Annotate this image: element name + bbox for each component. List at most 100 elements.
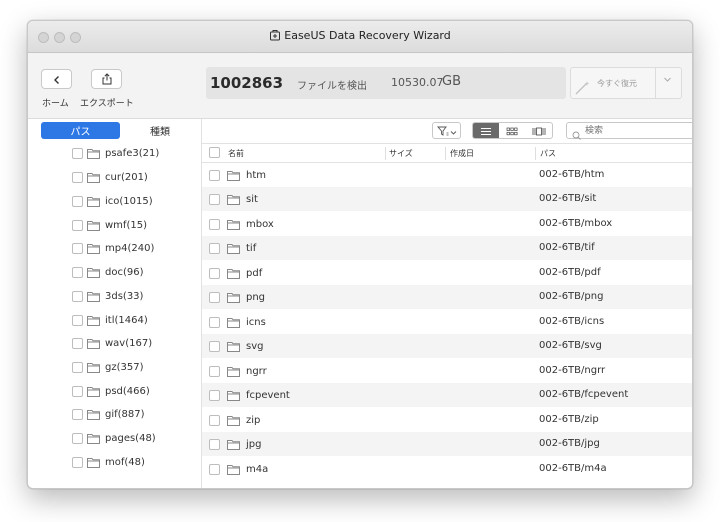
sidebar-item[interactable]: wav(167) <box>72 335 152 351</box>
row-checkbox[interactable] <box>209 291 220 303</box>
column-header-size[interactable]: サイズ <box>389 148 413 159</box>
row-checkbox[interactable] <box>209 193 220 205</box>
folder-icon <box>87 168 100 187</box>
recover-now-button[interactable]: 今すぐ復元 <box>570 67 682 99</box>
row-checkbox[interactable] <box>209 389 220 401</box>
row-path: 002-6TB/sit <box>539 193 597 204</box>
select-all-checkbox[interactable] <box>209 147 220 158</box>
checkbox[interactable] <box>72 219 83 231</box>
row-checkbox[interactable] <box>209 267 220 279</box>
checkbox[interactable] <box>72 408 83 420</box>
column-divider <box>385 147 386 160</box>
row-checkbox[interactable] <box>209 438 220 450</box>
checkbox[interactable] <box>72 147 83 159</box>
tab-type[interactable]: 種類 <box>120 122 200 139</box>
share-icon <box>101 70 113 89</box>
file-list-panel: 名前 サイズ 作成日 パス htm 002-6TB/htm sit 002-6TB/… <box>202 119 692 488</box>
sidebar-item[interactable]: 3ds(33) <box>72 288 143 304</box>
row-name: svg <box>246 340 264 352</box>
home-label: ホーム <box>42 99 69 109</box>
folder-icon <box>227 411 240 430</box>
column-header-path[interactable]: パス <box>540 148 556 159</box>
list-view-button[interactable] <box>473 123 500 138</box>
folder-icon <box>227 313 240 332</box>
tab-path[interactable]: パス <box>41 122 120 139</box>
table-row[interactable]: png 002-6TB/png <box>202 285 692 309</box>
row-checkbox[interactable] <box>209 463 220 475</box>
sidebar-item[interactable]: psafe3(21) <box>72 145 159 161</box>
checkbox[interactable] <box>72 385 83 397</box>
filter-button[interactable] <box>432 122 461 139</box>
checkbox[interactable] <box>72 337 83 349</box>
folder-icon <box>227 190 240 209</box>
checkbox[interactable] <box>72 456 83 468</box>
size-unit: GB <box>442 74 461 89</box>
sidebar-item[interactable]: gz(357) <box>72 359 144 375</box>
row-checkbox[interactable] <box>209 242 220 254</box>
checkbox[interactable] <box>72 171 83 183</box>
row-name: zip <box>246 414 261 426</box>
column-header-name[interactable]: 名前 <box>228 148 244 159</box>
sidebar-item[interactable]: itl(1464) <box>72 312 148 328</box>
checkbox[interactable] <box>72 314 83 326</box>
row-path: 002-6TB/jpg <box>539 438 600 449</box>
row-checkbox[interactable] <box>209 414 220 426</box>
table-row[interactable]: ngrr 002-6TB/ngrr <box>202 359 692 383</box>
sidebar-item[interactable]: cur(201) <box>72 169 148 185</box>
folder-icon <box>87 334 100 353</box>
row-checkbox[interactable] <box>209 316 220 328</box>
sidebar-item-label: doc(96) <box>105 266 144 278</box>
home-button[interactable] <box>41 69 72 89</box>
app-logo-icon <box>269 29 281 44</box>
grid-view-icon <box>506 123 518 138</box>
row-name: png <box>246 291 266 303</box>
grid-view-button[interactable] <box>499 123 525 138</box>
table-row[interactable]: jpg 002-6TB/jpg <box>202 432 692 456</box>
search-input[interactable] <box>585 124 692 137</box>
folder-icon <box>227 460 240 479</box>
checkbox[interactable] <box>72 361 83 373</box>
export-button[interactable] <box>91 69 122 89</box>
table-row[interactable]: m4a 002-6TB/m4a <box>202 457 692 481</box>
row-checkbox[interactable] <box>209 218 220 230</box>
table-row[interactable]: fcpevent 002-6TB/fcpevent <box>202 383 692 407</box>
app-window: EaseUS Data Recovery Wizard ホーム エクスポート 1… <box>27 20 693 489</box>
sidebar-item[interactable]: mp4(240) <box>72 240 154 256</box>
checkbox[interactable] <box>72 290 83 302</box>
table-row[interactable]: icns 002-6TB/icns <box>202 310 692 334</box>
checkbox[interactable] <box>72 266 83 278</box>
sidebar-item[interactable]: doc(96) <box>72 264 144 280</box>
chevron-left-icon <box>52 70 62 89</box>
checkbox[interactable] <box>72 432 83 444</box>
row-checkbox[interactable] <box>209 169 220 181</box>
table-row[interactable]: tif 002-6TB/tif <box>202 236 692 260</box>
table-row[interactable]: pdf 002-6TB/pdf <box>202 261 692 285</box>
search-field[interactable] <box>566 122 692 140</box>
row-checkbox[interactable] <box>209 340 220 352</box>
file-table: htm 002-6TB/htm sit 002-6TB/sit mbox 002-6T… <box>202 163 692 488</box>
row-path: 002-6TB/png <box>539 291 604 302</box>
table-row[interactable]: htm 002-6TB/htm <box>202 163 692 187</box>
sidebar-item[interactable]: pages(48) <box>72 430 156 446</box>
preview-view-button[interactable] <box>526 123 552 138</box>
table-row[interactable]: sit 002-6TB/sit <box>202 187 692 211</box>
chevron-down-icon[interactable] <box>663 75 672 87</box>
row-checkbox[interactable] <box>209 365 220 377</box>
checkbox[interactable] <box>72 242 83 254</box>
sidebar-item-label: 3ds(33) <box>105 290 144 302</box>
row-path: 002-6TB/mbox <box>539 218 613 229</box>
table-row[interactable]: mbox 002-6TB/mbox <box>202 212 692 236</box>
table-row[interactable]: zip 002-6TB/zip <box>202 408 692 432</box>
table-row[interactable]: svg 002-6TB/svg <box>202 334 692 358</box>
sidebar-item-label: ico(1015) <box>105 195 153 207</box>
folder-icon <box>87 429 100 448</box>
sidebar-item-label: mof(48) <box>105 456 145 468</box>
sidebar-item[interactable]: psd(466) <box>72 383 150 399</box>
column-header-created[interactable]: 作成日 <box>450 148 474 159</box>
sidebar-item[interactable]: mof(48) <box>72 454 145 470</box>
list-view-icon <box>480 123 492 138</box>
sidebar-item[interactable]: wmf(15) <box>72 217 147 233</box>
sidebar-item[interactable]: ico(1015) <box>72 193 153 209</box>
checkbox[interactable] <box>72 195 83 207</box>
sidebar-item[interactable]: gif(887) <box>72 406 145 422</box>
